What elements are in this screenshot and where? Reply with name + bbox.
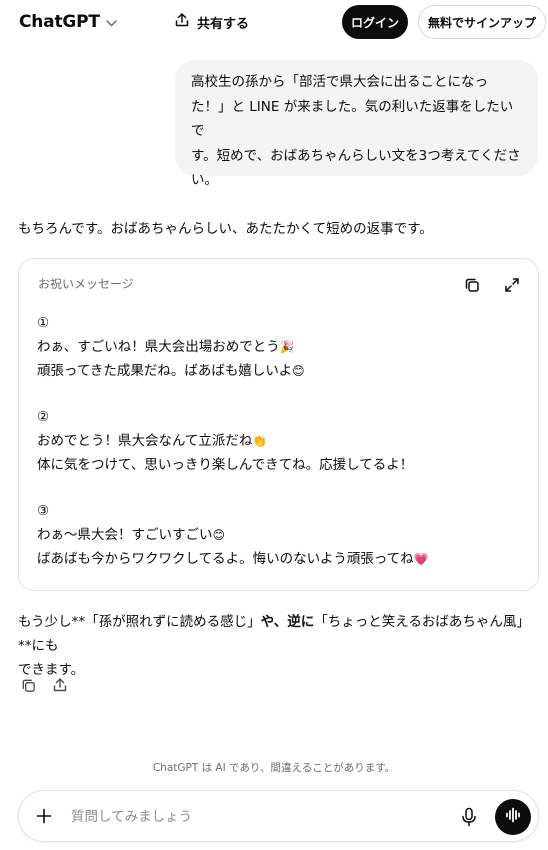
- card-body: ① わぁ、すごいね！県大会出場おめでとう🎉 頑張ってきた成果だね。ばあばも嬉しい…: [37, 311, 527, 593]
- signup-button[interactable]: 無料でサインアップ: [418, 5, 546, 39]
- option-number: ③: [37, 503, 50, 519]
- composer: [18, 790, 539, 842]
- option-line: おめでとう！県大会なんて立派だね👏: [37, 429, 527, 453]
- share-label: 共有する: [197, 16, 250, 32]
- model-selector[interactable]: ChatGPT: [19, 12, 117, 32]
- voice-waveform-icon: [504, 806, 522, 828]
- option-line: ばあばも今からワクワクしてるよ。悔いのないよう頑張ってね💗: [37, 547, 527, 571]
- disclaimer-text: ChatGPT は AI であり、間違えることがあります。: [152, 762, 396, 774]
- prompt-input[interactable]: [71, 805, 441, 829]
- option-text: ばあばも今からワクワクしてるよ。悔いのないよう頑張ってね: [37, 551, 414, 567]
- share-upload-icon: [174, 12, 190, 32]
- option-text: おめでとう！県大会なんて立派だね: [37, 433, 253, 449]
- message-option: ① わぁ、すごいね！県大会出場おめでとう🎉 頑張ってきた成果だね。ばあばも嬉しい…: [37, 311, 527, 383]
- voice-mode-button[interactable]: [495, 799, 531, 835]
- user-message-bubble: 高校生の孫から「部活で県大会に出ることになっ た！」と LINE が来ました。気…: [175, 60, 538, 188]
- option-number: ①: [37, 315, 50, 331]
- top-bar: ChatGPT 共有する ログイン 無料でサインアップ: [0, 0, 548, 44]
- message-option: ② おめでとう！県大会なんて立派だね👏 体に気をつけて、思いっきり楽しんできてね…: [37, 405, 527, 477]
- option-line: わぁ〜県大会！すごいすごい😊: [37, 523, 527, 547]
- followup-part: もう少し**「孫が照れずに読める感じ」: [18, 614, 261, 630]
- user-message-line: 高校生の孫から「部活で県大会に出ることになっ: [191, 74, 488, 90]
- option-line: わぁ、すごいね！県大会出場おめでとう🎉: [37, 335, 527, 359]
- message-option: ③ わぁ〜県大会！すごいすごい😊 ばあばも今からワクワクしてるよ。悔いのないよう…: [37, 499, 527, 571]
- plus-icon[interactable]: [33, 805, 55, 827]
- copy-icon[interactable]: [19, 676, 37, 694]
- followup-part: や、: [260, 614, 288, 630]
- smiling-face-emoji: 😊: [212, 528, 226, 542]
- brand-name: ChatGPT: [19, 12, 100, 32]
- assistant-intro-text: もちろんです。おばあちゃんらしい、あたたかくて短めの返事です。: [18, 221, 433, 237]
- copy-icon[interactable]: [462, 275, 482, 295]
- party-popper-emoji: 🎉: [279, 340, 295, 354]
- option-text: わぁ〜県大会！すごいすごい: [37, 527, 213, 543]
- chevron-down-icon: [106, 17, 117, 30]
- microphone-icon[interactable]: [459, 806, 479, 828]
- heart-emoji: 💗: [413, 552, 429, 566]
- clapping-hands-emoji: 👏: [252, 434, 268, 448]
- card-title: お祝いメッセージ: [38, 277, 134, 291]
- share-button[interactable]: 共有する: [174, 12, 249, 32]
- option-line: 頑張ってきた成果だね。ばあばも嬉しいよ😊: [37, 359, 527, 383]
- login-button[interactable]: ログイン: [342, 5, 408, 39]
- message-card: お祝いメッセージ ① わぁ、すごいね！県大会出場おめでとう🎉 頑張ってきた成果だ…: [18, 258, 539, 591]
- expand-icon[interactable]: [502, 275, 522, 295]
- assistant-followup-text: もう少し**「孫が照れずに読める感じ」や、逆に「ちょっと笑えるおばあちゃん風」*…: [18, 610, 538, 682]
- option-text: 体に気をつけて、思いっきり楽しんできてね。応援してるよ！: [37, 457, 414, 473]
- user-message-line: す。短めで、おばあちゃんらしい文を3つ考えてくださ: [191, 147, 521, 164]
- followup-part: 逆に: [287, 614, 315, 630]
- smiling-face-emoji: 😊: [292, 364, 305, 378]
- option-text: 頑張ってきた成果だね。ばあばも嬉しいよ: [37, 363, 293, 379]
- user-message-line: い。: [191, 172, 218, 188]
- option-number: ②: [37, 409, 50, 425]
- message-actions: [19, 676, 69, 694]
- option-text: わぁ、すごいね！県大会出場おめでとう: [37, 339, 280, 355]
- share-upload-icon[interactable]: [51, 676, 69, 694]
- option-line: 体に気をつけて、思いっきり楽しんできてね。応援してるよ！: [37, 453, 527, 477]
- user-message-line: た！」と LINE が来ました。気の利いた返事をしたいで: [191, 98, 514, 140]
